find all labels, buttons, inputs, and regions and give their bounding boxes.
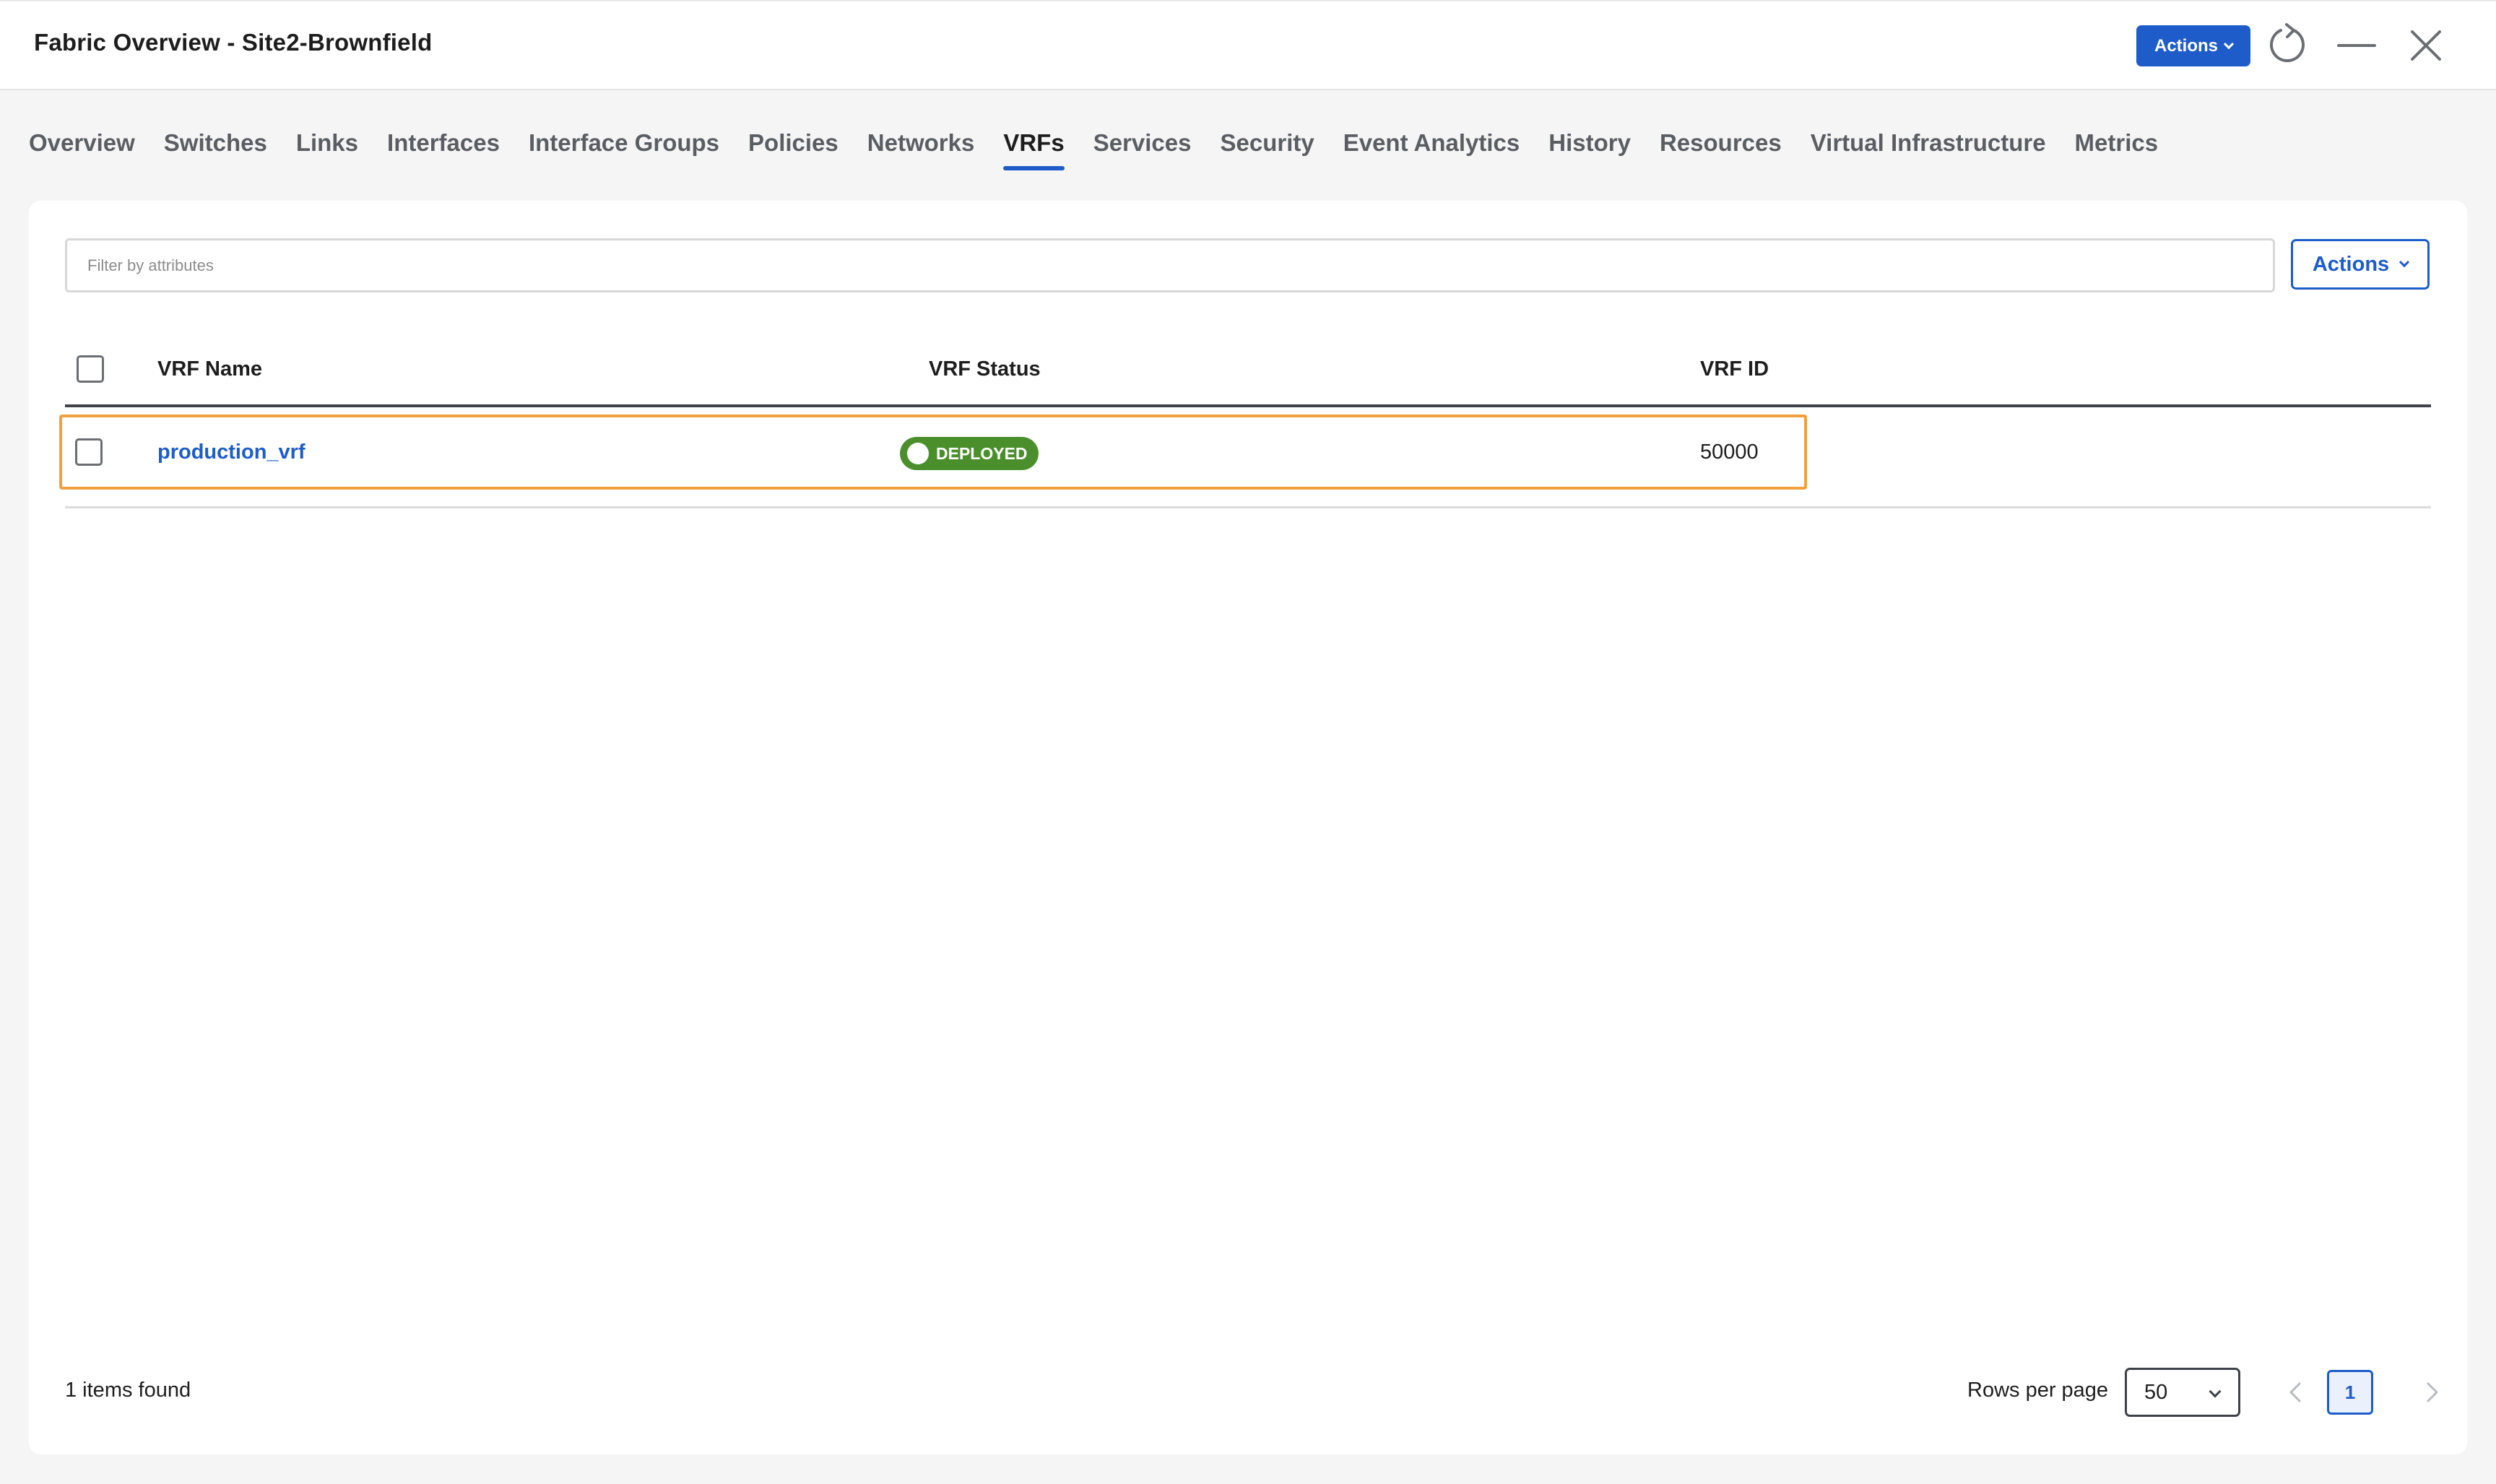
select-all-checkbox[interactable] bbox=[77, 355, 104, 383]
tab-vrfs[interactable]: VRFs bbox=[1003, 127, 1065, 170]
panel-actions-button[interactable]: Actions bbox=[2291, 239, 2430, 290]
tab-services[interactable]: Services bbox=[1093, 127, 1192, 170]
status-badge: DEPLOYED bbox=[900, 437, 1039, 470]
rows-per-page-select[interactable]: 50 bbox=[2125, 1368, 2240, 1417]
panel-actions-label: Actions bbox=[2312, 252, 2390, 276]
chevron-down-icon bbox=[2209, 1385, 2222, 1398]
tab-switches[interactable]: Switches bbox=[164, 127, 267, 170]
table-header: VRF Name VRF Status VRF ID bbox=[65, 331, 2431, 407]
items-found-count: 1 items found bbox=[65, 1379, 191, 1402]
minimize-icon[interactable] bbox=[2334, 23, 2379, 68]
tab-interfaces[interactable]: Interfaces bbox=[387, 127, 500, 170]
next-page-icon[interactable] bbox=[2412, 1372, 2453, 1413]
vrf-panel: Actions VRF Name VRF Status VRF ID produ… bbox=[29, 201, 2467, 1454]
tab-networks[interactable]: Networks bbox=[867, 127, 975, 170]
previous-page-icon[interactable] bbox=[2275, 1372, 2315, 1413]
rows-per-page-value: 50 bbox=[2144, 1381, 2168, 1404]
close-icon[interactable] bbox=[2404, 23, 2448, 68]
chevron-down-icon bbox=[2399, 257, 2410, 268]
refresh-icon[interactable] bbox=[2265, 23, 2310, 68]
header-actions-label: Actions bbox=[2154, 35, 2218, 56]
tab-overview[interactable]: Overview bbox=[29, 127, 135, 170]
header-actions-button[interactable]: Actions bbox=[2136, 25, 2250, 66]
tab-interface-groups[interactable]: Interface Groups bbox=[529, 127, 719, 170]
tab-links[interactable]: Links bbox=[296, 127, 358, 170]
page-button-current[interactable]: 1 bbox=[2327, 1370, 2373, 1415]
tab-policies[interactable]: Policies bbox=[748, 127, 838, 170]
tab-resources[interactable]: Resources bbox=[1660, 127, 1782, 170]
vrf-id-cell: 50000 bbox=[1700, 441, 1759, 464]
rows-per-page-label: Rows per page bbox=[1967, 1379, 2109, 1402]
status-badge-label: DEPLOYED bbox=[936, 443, 1028, 463]
column-header-vrf-status[interactable]: VRF Status bbox=[929, 331, 1041, 407]
status-dot-icon bbox=[907, 443, 929, 464]
tab-security[interactable]: Security bbox=[1220, 127, 1314, 170]
column-header-vrf-name[interactable]: VRF Name bbox=[157, 331, 262, 407]
tab-virtual-infrastructure[interactable]: Virtual Infrastructure bbox=[1811, 127, 2046, 170]
chevron-down-icon bbox=[2223, 38, 2235, 49]
tab-bar: Overview Switches Links Interfaces Inter… bbox=[29, 127, 2187, 178]
tab-event-analytics[interactable]: Event Analytics bbox=[1343, 127, 1520, 170]
column-header-vrf-id[interactable]: VRF ID bbox=[1700, 331, 1769, 407]
fabric-overview-window: Fabric Overview - Site2-Brownfield Actio… bbox=[0, 0, 2496, 1484]
tab-metrics[interactable]: Metrics bbox=[2075, 127, 2159, 170]
row-checkbox[interactable] bbox=[75, 438, 103, 466]
tab-history[interactable]: History bbox=[1548, 127, 1631, 170]
window-title: Fabric Overview - Site2-Brownfield bbox=[34, 29, 433, 56]
table-row[interactable]: production_vrf DEPLOYED 50000 bbox=[59, 415, 2431, 508]
vrf-name-link[interactable]: production_vrf bbox=[157, 415, 306, 490]
window-header: Fabric Overview - Site2-Brownfield Actio… bbox=[0, 0, 2496, 90]
filter-input[interactable] bbox=[65, 238, 2275, 292]
